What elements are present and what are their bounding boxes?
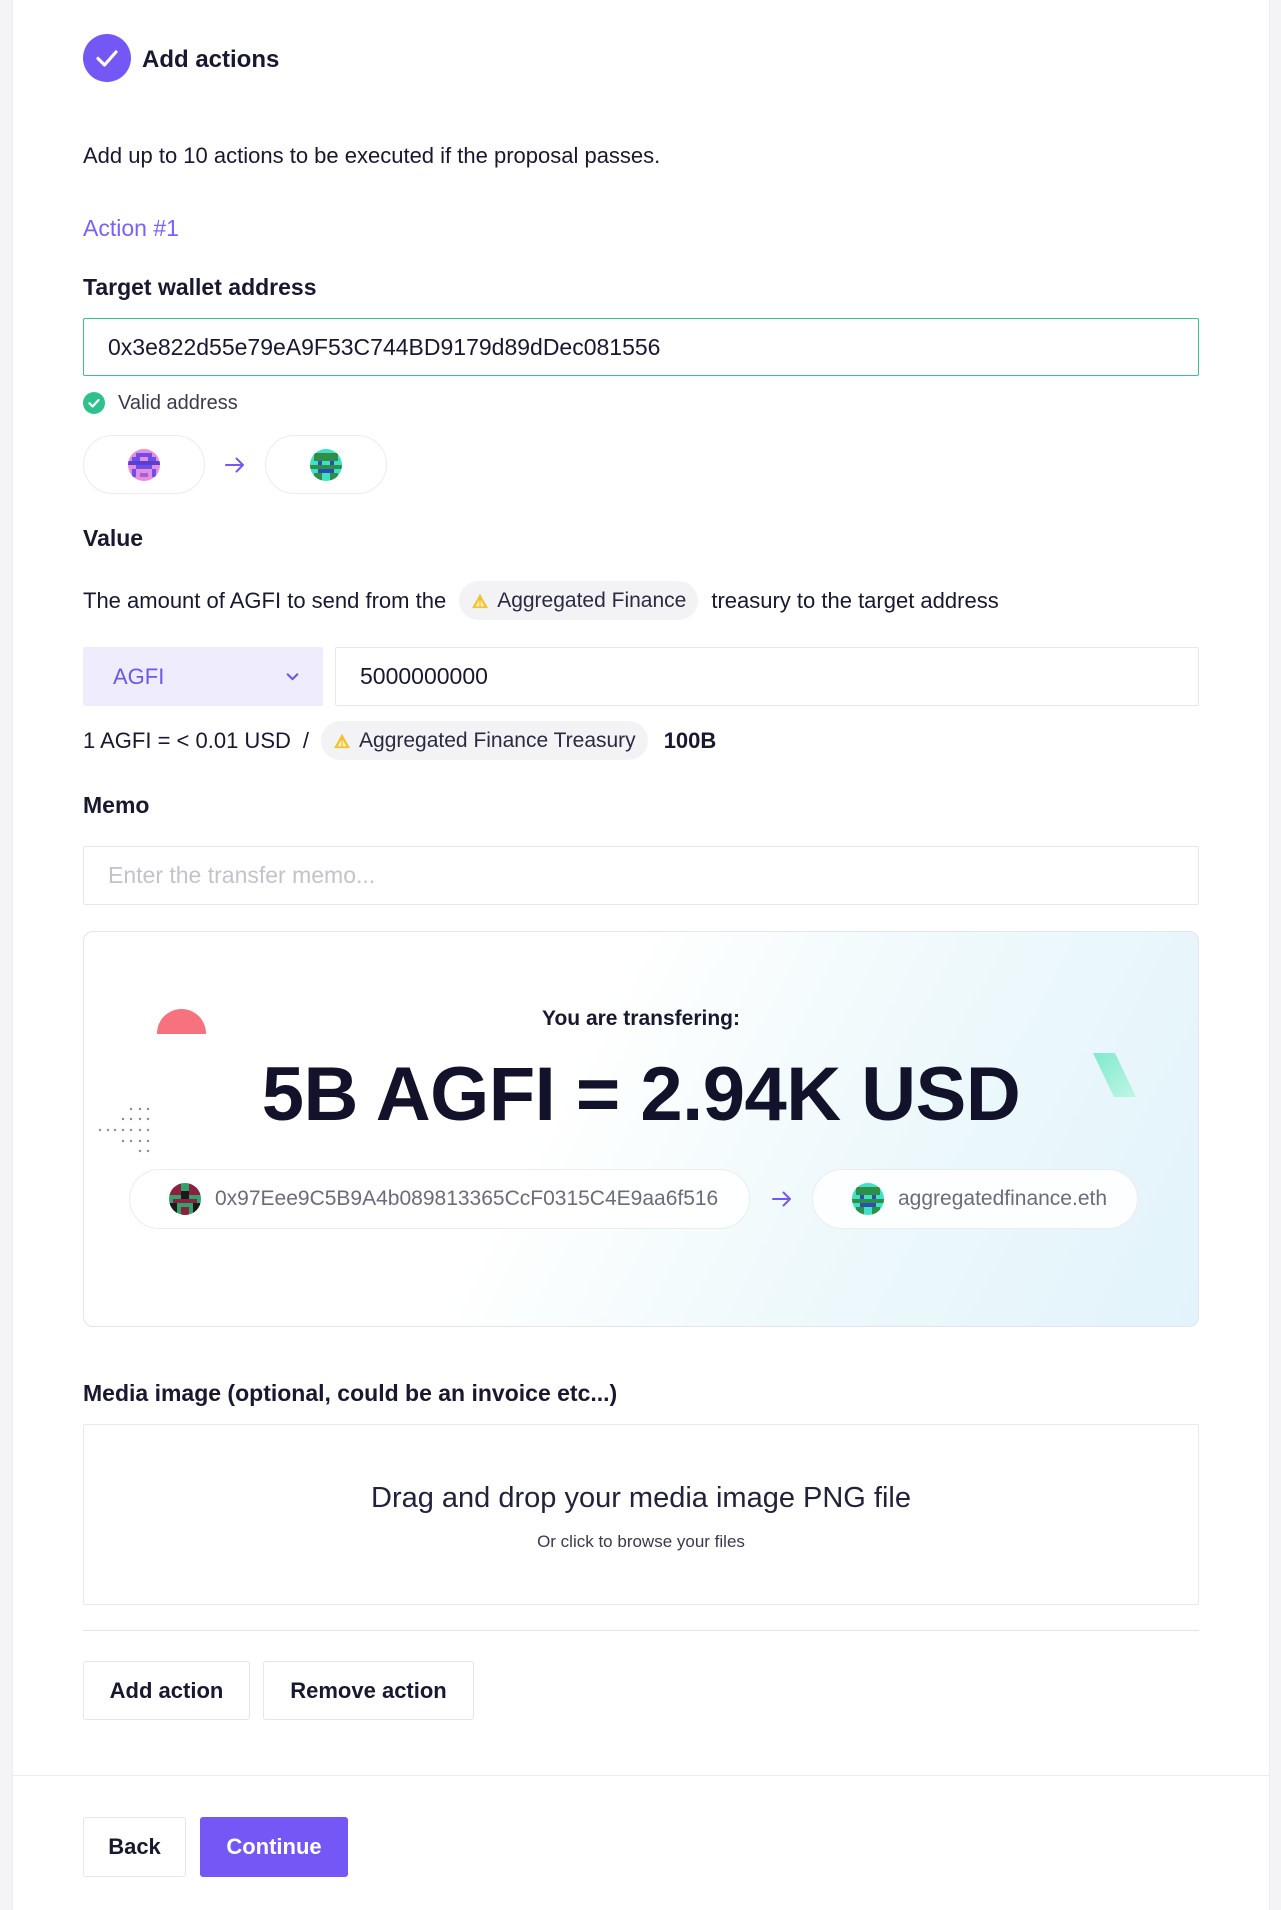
target-address-input[interactable]	[83, 318, 1199, 376]
value-description: The amount of AGFI to send from the Aggr…	[83, 581, 999, 620]
value-description-prefix: The amount of AGFI to send from the	[83, 587, 447, 613]
arrow-right-icon	[205, 453, 265, 477]
check-circle-icon	[83, 34, 131, 82]
valid-check-icon	[83, 392, 105, 414]
step-title: Add actions	[142, 46, 280, 73]
from-address: 0x97Eee9C5B9A4b089813365CcF0315C4E9aa6f5…	[215, 1187, 719, 1210]
validation-text: Valid address	[118, 391, 238, 414]
value-description-suffix: treasury to the target address	[711, 587, 999, 613]
footer-divider	[12, 1775, 1270, 1776]
rate-separator: /	[302, 727, 310, 753]
avatar	[128, 448, 160, 481]
continue-button[interactable]: Continue	[200, 1817, 348, 1877]
rate-info: 1 AGFI = < 0.01 USD / Aggregated Finance…	[83, 721, 716, 760]
avatar	[310, 448, 342, 481]
to-address-pill: aggregatedfinance.eth	[812, 1169, 1139, 1229]
preview-caption: You are transfering:	[542, 1007, 740, 1030]
source-avatar-pill	[83, 435, 205, 494]
action-heading: Action #1	[83, 215, 179, 241]
dropzone-hint: Or click to browse your files	[537, 1532, 745, 1551]
validation-message: Valid address	[83, 391, 238, 415]
address-avatars	[83, 435, 387, 494]
from-address-pill: 0x97Eee9C5B9A4b089813365CcF0315C4E9aa6f5…	[129, 1169, 750, 1229]
memo-label: Memo	[83, 792, 150, 818]
to-address: aggregatedfinance.eth	[898, 1187, 1108, 1210]
chevron-down-icon	[286, 673, 299, 681]
value-label: Value	[83, 525, 144, 551]
avatar	[169, 1183, 201, 1215]
media-image-label: Media image (optional, could be an invoi…	[83, 1380, 618, 1406]
exchange-rate: 1 AGFI = < 0.01 USD	[83, 727, 291, 753]
add-action-button[interactable]: Add action	[83, 1661, 250, 1720]
target-address-label: Target wallet address	[83, 274, 317, 300]
token-select-value: AGFI	[113, 663, 165, 689]
dropzone-title: Drag and drop your media image PNG file	[371, 1482, 911, 1514]
media-dropzone[interactable]: Drag and drop your media image PNG file …	[83, 1424, 1199, 1605]
transfer-preview: You are transfering: 5B AGFI = 2.94K USD…	[83, 931, 1199, 1327]
target-avatar-pill	[265, 435, 387, 494]
dao-chip: Aggregated Finance	[459, 581, 699, 620]
treasury-balance: 100B	[663, 727, 717, 753]
back-button[interactable]: Back	[83, 1817, 186, 1877]
divider	[83, 1630, 1199, 1631]
aggregated-finance-logo-icon	[334, 733, 351, 748]
remove-action-button[interactable]: Remove action	[263, 1661, 474, 1720]
dao-chip-label: Aggregated Finance	[497, 588, 687, 612]
step-description: Add up to 10 actions to be executed if t…	[83, 143, 661, 168]
memo-input[interactable]	[83, 846, 1199, 905]
amount-input[interactable]	[335, 647, 1199, 706]
arrow-right-icon	[772, 1191, 791, 1207]
avatar	[852, 1183, 884, 1215]
treasury-chip-label: Aggregated Finance Treasury	[359, 728, 636, 752]
aggregated-finance-logo-icon	[472, 593, 489, 608]
token-select[interactable]: AGFI	[83, 647, 323, 706]
transfer-summary: 5B AGFI = 2.94K USD	[261, 1052, 1021, 1137]
treasury-chip: Aggregated Finance Treasury	[321, 721, 648, 760]
